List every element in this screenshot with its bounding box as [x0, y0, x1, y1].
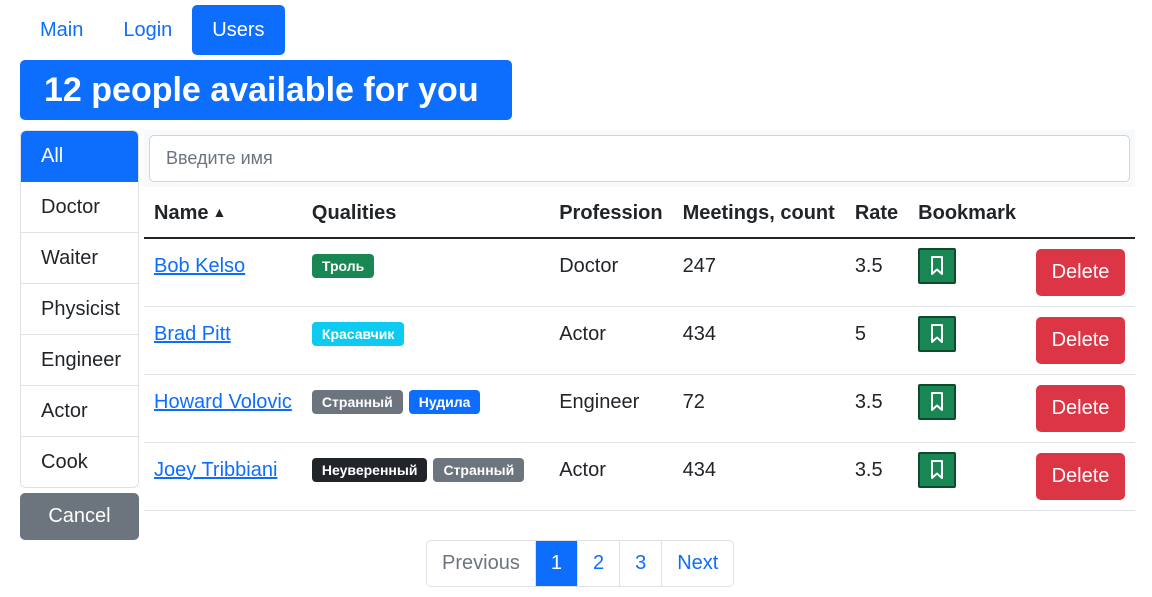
- meetings-cell: 434: [682, 458, 716, 481]
- top-nav: Main Login Users: [20, 5, 285, 55]
- rate-cell: 3.5: [854, 254, 883, 277]
- user-name-link[interactable]: Howard Volovic: [154, 391, 292, 413]
- quality-badge: Нудила: [408, 390, 481, 414]
- nav-link-users[interactable]: Users: [192, 5, 285, 55]
- column-header-qualities: Qualities: [301, 190, 550, 239]
- search-bar: [144, 130, 1135, 187]
- bookmark-icon: [931, 392, 944, 411]
- column-header-name[interactable]: Name ▲: [144, 190, 302, 239]
- rate-cell: 3.5: [854, 458, 883, 481]
- bookmark-icon: [931, 460, 944, 479]
- caret-up-icon: ▲: [212, 204, 227, 220]
- bookmark-button[interactable]: [918, 248, 957, 285]
- page-title: 12 people available for you: [20, 60, 512, 120]
- profession-item-doctor[interactable]: Doctor: [21, 182, 138, 233]
- nav-link-login[interactable]: Login: [103, 5, 192, 55]
- pagination-page-3[interactable]: 3: [620, 541, 663, 586]
- delete-button[interactable]: Delete: [1036, 384, 1125, 432]
- bookmark-button[interactable]: [918, 316, 957, 352]
- column-header-rate[interactable]: Rate: [844, 190, 909, 239]
- quality-badge: Странный: [311, 390, 403, 414]
- table-row: Joey Tribbiani Неуверенный Странный Actor…: [144, 442, 1135, 511]
- users-table: Name ▲ Qualities Profession Meetings, cou…: [144, 190, 1135, 511]
- bookmark-button[interactable]: [918, 384, 957, 420]
- table-header-row: Name ▲ Qualities Profession Meetings, cou…: [144, 190, 1135, 239]
- quality-badge: Троль: [311, 254, 375, 279]
- rate-cell: 3.5: [854, 390, 883, 413]
- meetings-cell: 247: [682, 254, 716, 277]
- profession-item-waiter[interactable]: Waiter: [21, 233, 138, 284]
- cancel-button[interactable]: Cancel: [20, 493, 139, 540]
- profession-item-actor[interactable]: Actor: [21, 386, 138, 437]
- pagination-previous[interactable]: Previous: [427, 541, 536, 586]
- quality-badge: Красавчик: [311, 322, 405, 346]
- quality-badge: Неуверенный: [311, 458, 428, 482]
- delete-button[interactable]: Delete: [1036, 452, 1125, 500]
- profession-item-physicist[interactable]: Physicist: [21, 284, 138, 335]
- column-header-profession[interactable]: Profession: [549, 190, 673, 239]
- qualities-cell: Троль: [311, 254, 380, 279]
- pagination-page-2[interactable]: 2: [578, 541, 621, 586]
- search-input[interactable]: [149, 135, 1130, 182]
- profession-cell: Actor: [559, 458, 606, 481]
- bookmark-icon: [931, 256, 944, 276]
- profession-cell: Doctor: [559, 254, 619, 277]
- profession-cell: Actor: [559, 322, 606, 345]
- bookmark-button[interactable]: [918, 452, 957, 488]
- column-header-name-label: Name: [154, 202, 209, 224]
- column-header-actions: [1026, 190, 1135, 239]
- column-header-meetings[interactable]: Meetings, count: [672, 190, 845, 239]
- quality-badge: Странный: [433, 458, 525, 482]
- pagination: Previous 1 2 3 Next: [426, 540, 735, 587]
- delete-button[interactable]: Delete: [1036, 248, 1125, 296]
- rate-cell: 5: [854, 322, 866, 345]
- table-row: Howard Volovic Странный Нудила Engineer 7…: [144, 374, 1135, 443]
- user-name-link[interactable]: Brad Pitt: [154, 323, 231, 345]
- meetings-cell: 72: [682, 390, 705, 413]
- profession-item-cook[interactable]: Cook: [21, 437, 138, 487]
- meetings-cell: 434: [682, 322, 716, 345]
- bookmark-icon: [931, 324, 944, 343]
- qualities-cell: Странный Нудила: [311, 390, 487, 414]
- delete-button[interactable]: Delete: [1036, 316, 1125, 364]
- user-name-link[interactable]: Bob Kelso: [154, 255, 245, 277]
- nav-link-main[interactable]: Main: [20, 5, 103, 55]
- pagination-next[interactable]: Next: [662, 541, 733, 586]
- pagination-page-1[interactable]: 1: [535, 541, 578, 586]
- user-name-link[interactable]: Joey Tribbiani: [154, 459, 277, 481]
- column-header-bookmark[interactable]: Bookmark: [908, 190, 1026, 239]
- qualities-cell: Неуверенный Странный: [311, 458, 530, 482]
- profession-item-all[interactable]: All: [21, 131, 138, 182]
- qualities-cell: Красавчик: [311, 322, 410, 346]
- profession-cell: Engineer: [559, 390, 640, 413]
- profession-item-engineer[interactable]: Engineer: [21, 335, 138, 386]
- profession-list: All Doctor Waiter Physicist Engineer Act…: [20, 130, 139, 488]
- table-row: Bob Kelso Троль Doctor 247 3.5 Delete: [144, 238, 1135, 307]
- table-row: Brad Pitt Красавчик Actor 434 5 Delete: [144, 306, 1135, 375]
